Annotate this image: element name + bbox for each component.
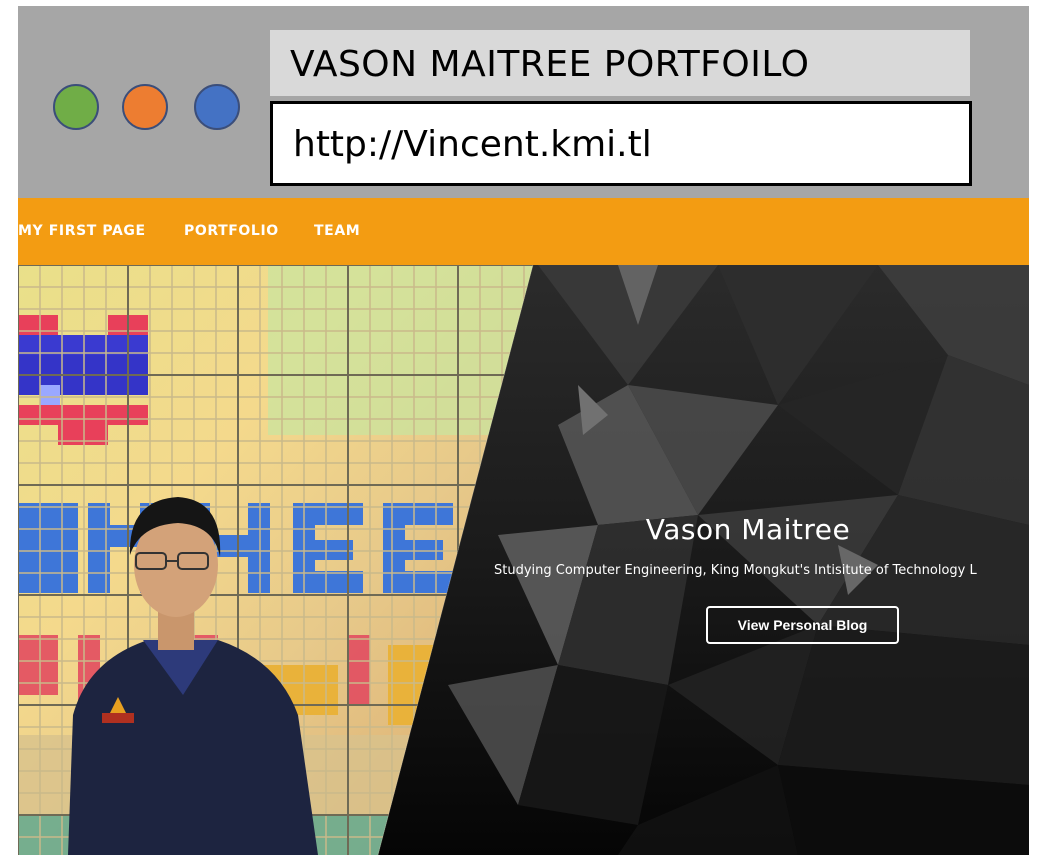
- navbar: MY FIRST PAGE PORTFOLIO TEAM: [18, 198, 1029, 265]
- nav-link-my-first-page[interactable]: MY FIRST PAGE: [18, 198, 146, 265]
- blue-window-control-icon[interactable]: [194, 84, 240, 130]
- hero-subtitle: Studying Computer Engineering, King Mong…: [494, 563, 977, 578]
- window-title: VASON MAITREE PORTFOILO: [270, 30, 970, 96]
- hero-section: Vason Maitree Studying Computer Engineer…: [18, 265, 1029, 855]
- hero-name: Vason Maitree: [645, 513, 851, 546]
- website-viewport: MY FIRST PAGE PORTFOLIO TEAM Vason Maitr…: [18, 198, 1029, 855]
- nav-link-team[interactable]: TEAM: [314, 198, 360, 265]
- orange-window-control-icon[interactable]: [122, 84, 168, 130]
- view-personal-blog-button[interactable]: View Personal Blog: [706, 606, 899, 644]
- presentation-frame: VASON MAITREE PORTFOILO http://Vincent.k…: [18, 6, 1029, 855]
- nav-link-portfolio[interactable]: PORTFOLIO: [184, 198, 279, 265]
- address-bar[interactable]: http://Vincent.kmi.tl: [270, 101, 972, 186]
- green-window-control-icon[interactable]: [53, 84, 99, 130]
- hero-text-block: Vason Maitree Studying Computer Engineer…: [488, 265, 1029, 855]
